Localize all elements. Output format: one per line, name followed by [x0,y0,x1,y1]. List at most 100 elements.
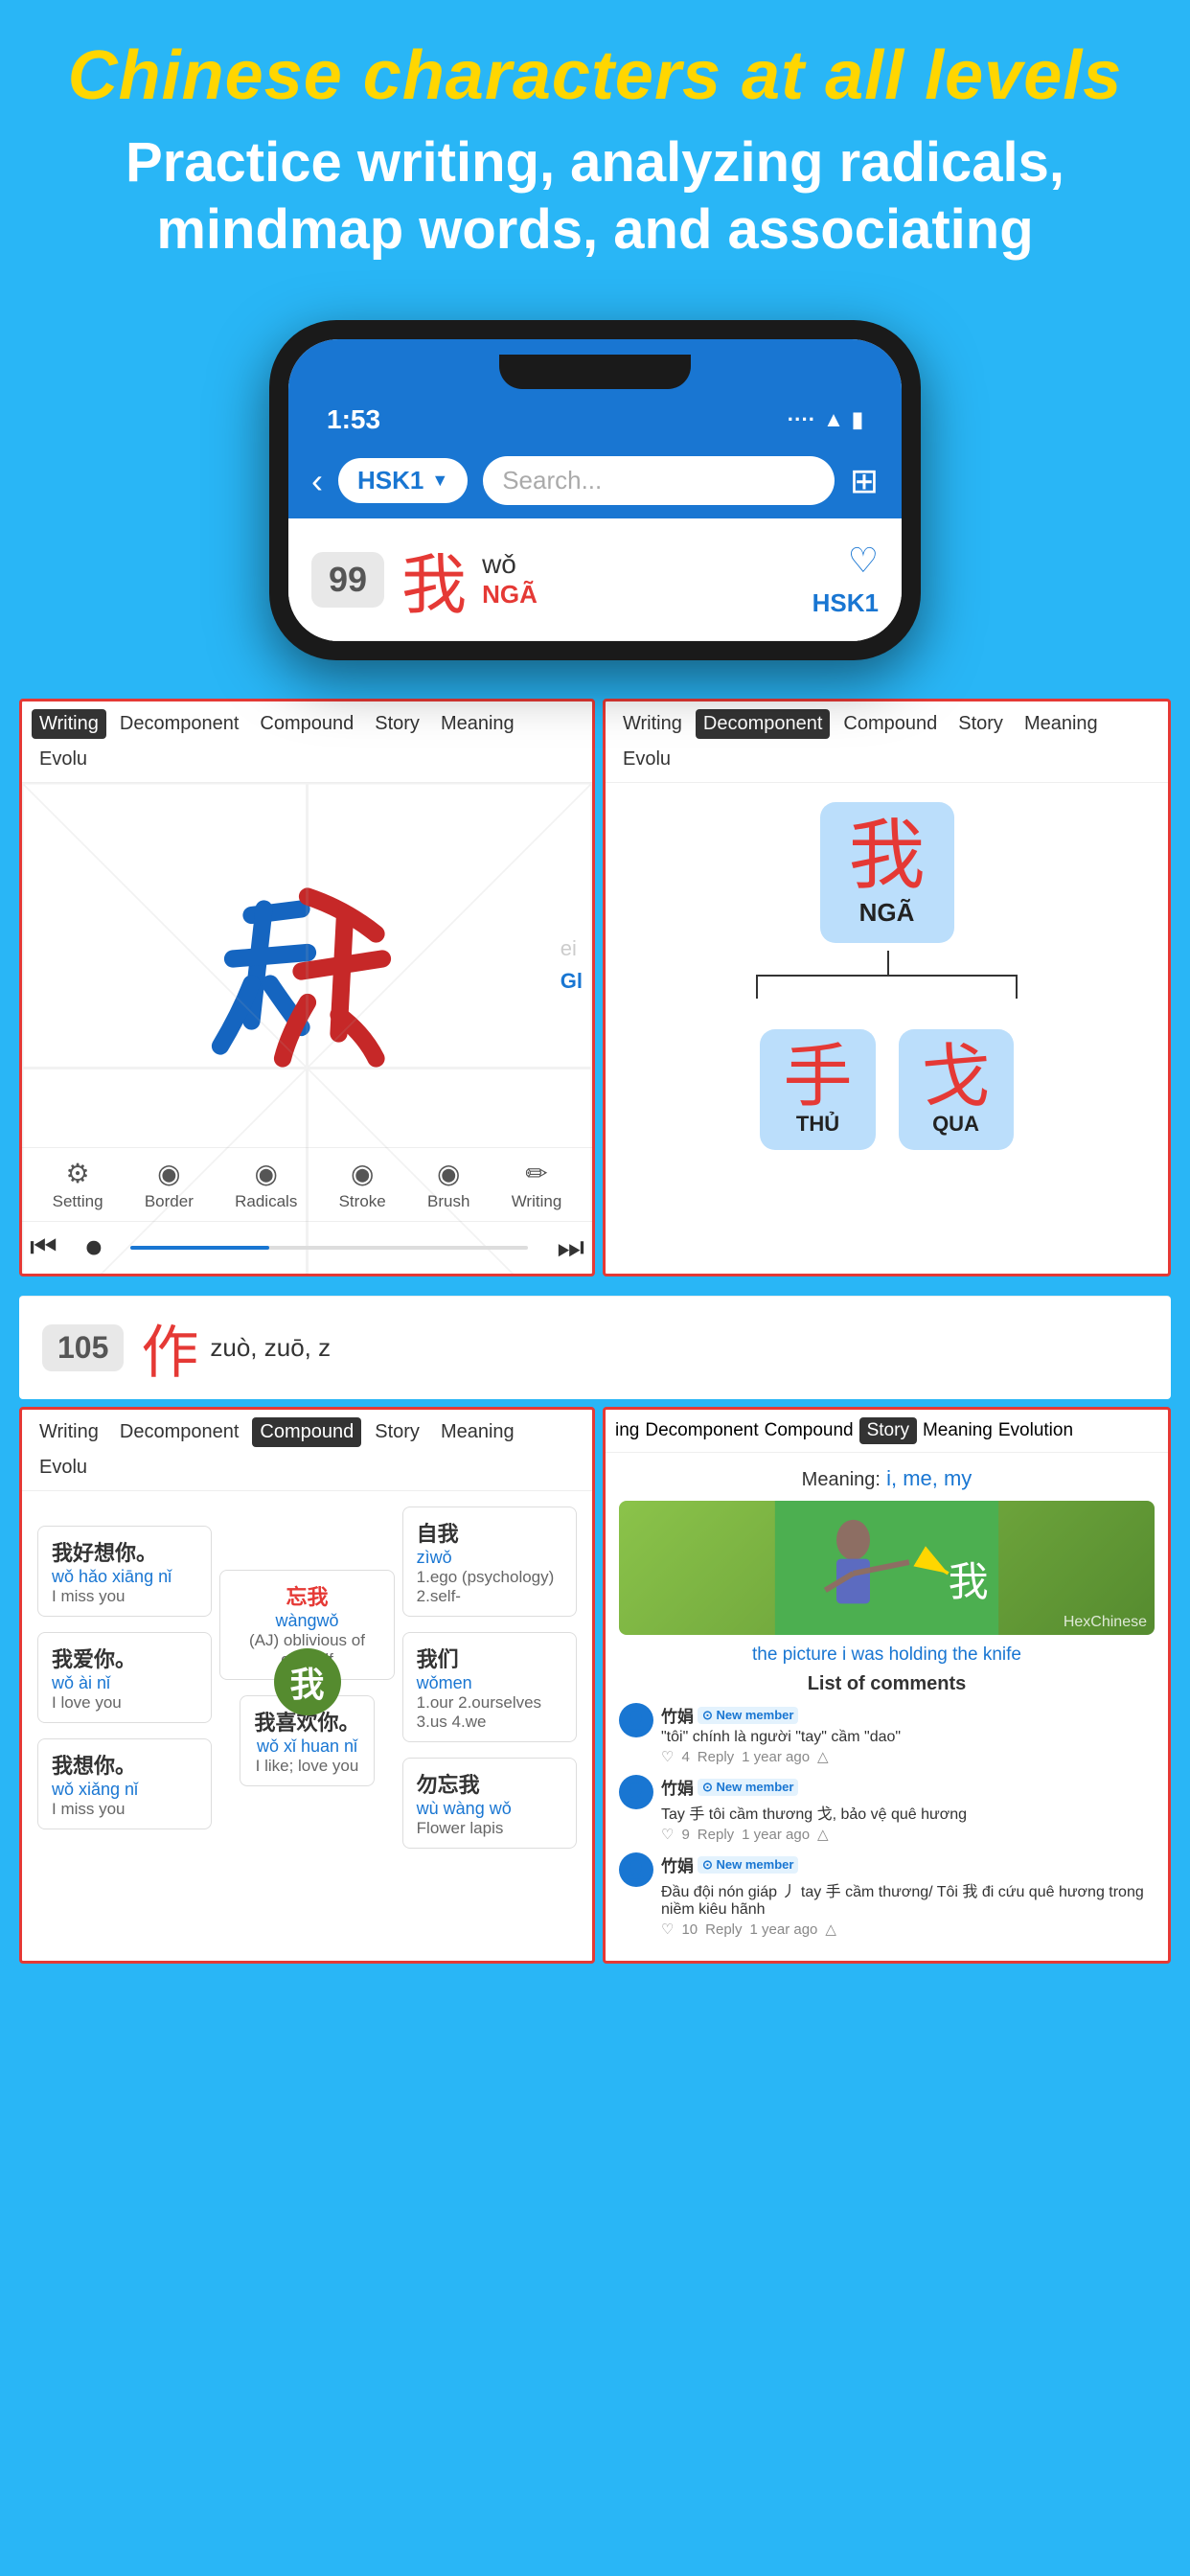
word-card-6: 我想你。 wǒ xiǎng nǐ I miss you [37,1738,212,1829]
report-icon-2[interactable]: △ [817,1826,829,1843]
favorite-icon[interactable]: ♡ [848,540,879,581]
tab-compound[interactable]: Compound [252,709,361,739]
char-main: 我 wǒ NGÃ [401,532,812,627]
progress-fill [130,1246,269,1250]
story-tabs: ing Decomponent Compound Story Meaning E… [606,1410,1168,1453]
story-tab-story[interactable]: Story [859,1417,917,1444]
stroke-sample-1: ei [561,936,583,961]
progress-bar[interactable] [130,1246,528,1250]
dropdown-arrow-icon: ▼ [431,471,448,491]
story-tab-compound[interactable]: Compound [765,1420,854,1441]
time-display: 1:53 [327,404,380,435]
char-pinyin: wǒ [482,549,538,580]
word-chinese-4: 我爱你。 [52,1643,197,1673]
decomp-tab-writing[interactable]: Writing [615,709,690,739]
app-header: ‹ HSK1 ▼ Search... ⊞ [288,443,902,518]
decomp-tab-decomponent[interactable]: Decomponent [696,709,831,739]
decomp-tab-meaning[interactable]: Meaning [1017,709,1106,739]
word-pinyin-7: wǒ xǐ huan nǐ [254,1736,359,1757]
like-count-2: 9 [681,1827,689,1843]
word-pinyin-5: wǒmen [417,1673,562,1693]
comment-text-1: "tôi" chính là người "tay" cầm "dao" [661,1729,1155,1746]
like-count-3: 10 [681,1921,698,1938]
tab-evolu[interactable]: Evolu [32,745,95,774]
report-icon-1[interactable]: △ [817,1748,829,1765]
word-card-8: 勿忘我 wù wàng wǒ Flower lapis [402,1758,577,1849]
reply-button-3[interactable]: Reply [705,1921,742,1938]
decomp-tab-evolu[interactable]: Evolu [615,745,678,774]
writing-panel: Writing Decomponent Compound Story Meani… [19,699,595,1276]
word-card-3: 自我 zìwǒ 1.ego (psychology) 2.self- [402,1506,577,1617]
reply-button-1[interactable]: Reply [698,1749,734,1765]
decomp-content: 我 NGÃ 手 THỦ 戈 QUA [606,783,1168,1169]
comp-tab-story[interactable]: Story [367,1417,427,1447]
tab-story[interactable]: Story [367,709,427,739]
comp-tab-decomponent[interactable]: Decomponent [112,1417,247,1447]
comment-avatar-2: 👤 [619,1775,653,1809]
image-brand-label: HexChinese [1064,1614,1147,1631]
phone-screen: 1:53 ···· ▲ ▮ ‹ HSK1 ▼ Search... [288,339,902,641]
grid-view-icon[interactable]: ⊞ [850,461,879,501]
word-meaning-8: Flower lapis [417,1819,562,1838]
story-tab-decomponent[interactable]: Decomponent [645,1420,758,1441]
compound-panel: Writing Decomponent Compound Story Meani… [19,1407,595,1964]
decomp-panel: Writing Decomponent Compound Story Meani… [603,699,1171,1276]
char-level: HSK1 [812,588,879,618]
back-button[interactable]: ‹ [311,461,323,501]
word-meaning-6: I miss you [52,1800,197,1819]
char-pinyin-block: wǒ NGÃ [482,549,538,610]
sub-char-label-2: QUA [922,1112,991,1137]
panels-row-1: Writing Decomponent Compound Story Meani… [19,699,1171,1276]
comment-item-1: 👤 竹娟 ⊙ New member "tôi" chính là người "… [619,1703,1155,1765]
decomp-tabs: Writing Decomponent Compound Story Meani… [606,702,1168,783]
sub-char-label-1: THỦ [783,1112,852,1137]
reply-button-2[interactable]: Reply [698,1827,734,1843]
word-card-5: 我们 wǒmen 1.our 2.ourselves 3.us 4.we [402,1632,577,1742]
comment-time-2: 1 year ago [742,1827,810,1843]
comment-avatar-1: 👤 [619,1703,653,1737]
character-card: 99 我 wǒ NGÃ ♡ HSK1 [288,518,902,641]
tab-meaning[interactable]: Meaning [433,709,522,739]
main-title: Chinese characters at all levels [57,38,1133,114]
comp-tab-compound[interactable]: Compound [252,1417,361,1447]
signal-icon: ···· [788,407,815,432]
meaning-label: Meaning: [802,1469,881,1490]
comp-tab-meaning[interactable]: Meaning [433,1417,522,1447]
word-chinese-6: 我想你。 [52,1749,197,1780]
svg-text:我: 我 [949,1562,989,1606]
status-icons: ···· ▲ ▮ [788,407,863,432]
tab-writing[interactable]: Writing [32,709,106,739]
story-tab-evolution[interactable]: Evolution [998,1420,1073,1441]
hsk-level-label: HSK1 [357,466,423,495]
comp-tab-writing[interactable]: Writing [32,1417,106,1447]
word-meaning-4: I love you [52,1693,197,1713]
comment-body-2: 竹娟 ⊙ New member Tay 手 tôi cầm thương 戈, … [661,1775,1155,1843]
decomp-tab-compound[interactable]: Compound [835,709,945,739]
report-icon-3[interactable]: △ [825,1920,836,1938]
comment-actions-1: ♡ 4 Reply 1 year ago △ [661,1748,1155,1765]
char-num-badge: 105 [42,1324,124,1371]
story-tab-meaning[interactable]: Meaning [923,1420,993,1441]
header-section: Chinese characters at all levels Practic… [0,0,1190,282]
word-pinyin-6: wǒ xiǎng nǐ [52,1780,197,1800]
comp-tab-evolu[interactable]: Evolu [32,1453,95,1483]
hsk-selector[interactable]: HSK1 ▼ [338,458,468,503]
wifi-icon: ▲ [823,407,844,432]
word-chinese-5: 我们 [417,1643,562,1673]
status-bar: 1:53 ···· ▲ ▮ [288,389,902,443]
tab-decomponent[interactable]: Decomponent [112,709,247,739]
stroke-sample-2: Gl [561,969,583,994]
decomp-tab-story[interactable]: Story [950,709,1011,739]
tree-connector [625,951,1149,999]
word-chinese-3: 自我 [417,1517,562,1548]
main-char-chinese: 我 [849,817,926,894]
new-member-badge-1: ⊙ New member [698,1707,798,1724]
search-input[interactable]: Search... [483,456,835,505]
meaning-value: i, me, my [886,1466,972,1490]
char-info: 我 wǒ NGÃ [401,532,812,627]
phone-frame: 1:53 ···· ▲ ▮ ‹ HSK1 ▼ Search... [269,320,921,660]
sub-char-chinese-2: 戈 [922,1043,991,1112]
story-tab-writing[interactable]: ing [615,1420,639,1441]
comment-author-2: 竹娟 ⊙ New member [661,1775,1155,1799]
comment-time-1: 1 year ago [742,1749,810,1765]
